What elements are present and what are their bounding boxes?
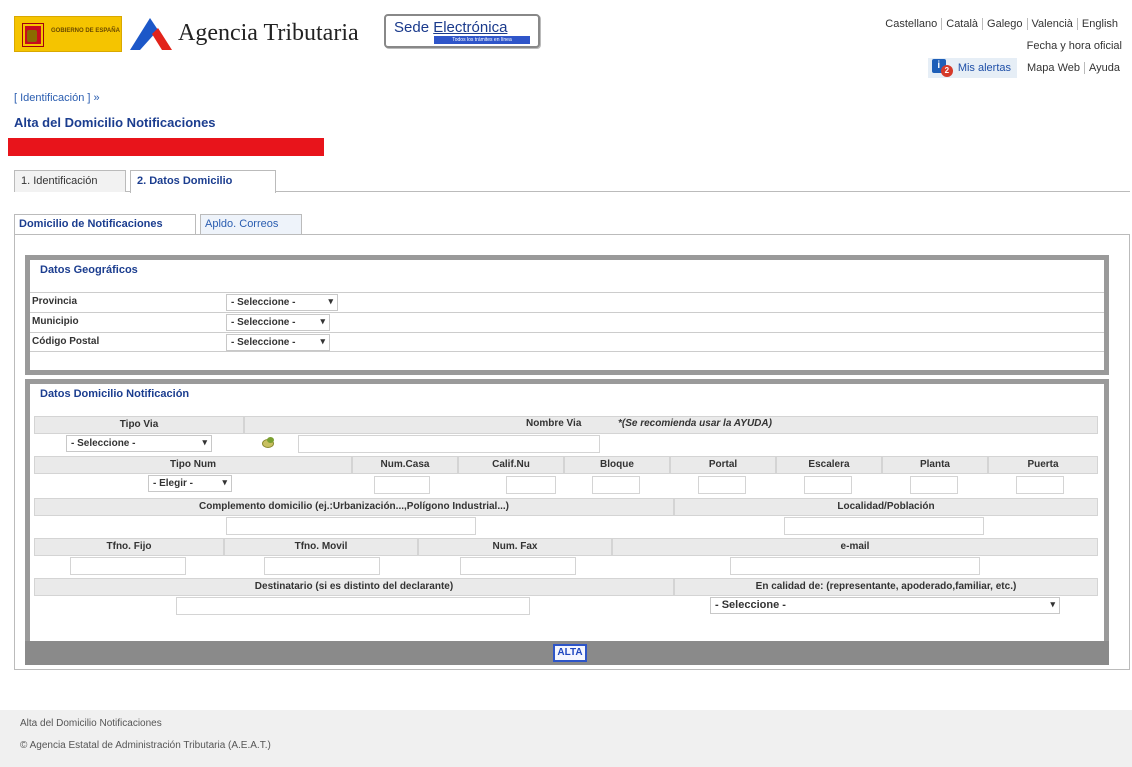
alert-icon: i 2 bbox=[931, 59, 954, 77]
gov-logo-text: GOBIERNO DE ESPAÑA bbox=[51, 28, 120, 34]
planta-header: Planta bbox=[882, 456, 988, 474]
provincia-select[interactable]: - Seleccione - ▾ bbox=[226, 294, 338, 311]
calidad-select[interactable]: - Seleccione - ▾ bbox=[710, 597, 1060, 614]
num-casa-header: Num.Casa bbox=[352, 456, 458, 474]
mapa-web-link[interactable]: Mapa Web bbox=[1023, 62, 1084, 74]
tipo-num-header: Tipo Num bbox=[34, 456, 352, 474]
provincia-row: Provincia - Seleccione - ▾ bbox=[30, 292, 1104, 312]
dropdown-arrow-icon: ▾ bbox=[202, 437, 207, 447]
lang-galego[interactable]: Galego bbox=[982, 18, 1027, 30]
complemento-input[interactable] bbox=[226, 517, 476, 535]
puerta-input[interactable] bbox=[1016, 476, 1064, 494]
tipo-via-select[interactable]: - Seleccione - ▾ bbox=[66, 435, 212, 452]
codigo-postal-select[interactable]: - Seleccione - ▾ bbox=[226, 334, 330, 351]
tab-domicilio-notificaciones[interactable]: Domicilio de Notificaciones bbox=[14, 214, 196, 234]
datos-geograficos-section: Datos Geográficos Provincia - Seleccione… bbox=[25, 255, 1109, 375]
help-icon[interactable] bbox=[262, 437, 276, 449]
destinatario-input[interactable] bbox=[176, 597, 530, 615]
action-bar: ALTA bbox=[25, 641, 1109, 665]
escalera-input[interactable] bbox=[804, 476, 852, 494]
dropdown-arrow-icon: ▾ bbox=[320, 316, 325, 326]
calidad-header: En calidad de: (representante, apoderado… bbox=[674, 578, 1098, 596]
breadcrumb[interactable]: [ Identificación ] » bbox=[14, 92, 100, 104]
calif-nu-header: Calif.Nu bbox=[458, 456, 564, 474]
dropdown-arrow-icon: ▾ bbox=[320, 336, 325, 346]
alta-button[interactable]: ALTA bbox=[553, 644, 587, 662]
sede-subtitle: Todos los trámites en línea bbox=[434, 36, 530, 44]
alert-count-badge: 2 bbox=[940, 65, 953, 77]
lang-catala[interactable]: Català bbox=[941, 18, 983, 30]
tab-identificacion[interactable]: 1. Identificación bbox=[14, 170, 126, 192]
destinatario-header: Destinatario (si es distinto del declara… bbox=[34, 578, 674, 596]
bloque-header: Bloque bbox=[564, 456, 670, 474]
tfno-fijo-header: Tfno. Fijo bbox=[34, 538, 224, 556]
sub-tabs: Domicilio de Notificaciones Apldo. Corre… bbox=[14, 214, 1130, 234]
portal-header: Portal bbox=[670, 456, 776, 474]
nombre-via-input[interactable] bbox=[298, 435, 600, 453]
lang-valencia[interactable]: Valencià bbox=[1026, 18, 1077, 30]
portal-input[interactable] bbox=[698, 476, 746, 494]
codigo-postal-label: Código Postal bbox=[32, 336, 100, 347]
bloque-input[interactable] bbox=[592, 476, 640, 494]
tfno-fijo-input[interactable] bbox=[70, 557, 186, 575]
codigo-postal-row: Código Postal - Seleccione - ▾ bbox=[30, 332, 1104, 352]
step-tabs: 1. Identificación 2. Datos Domicilio bbox=[14, 170, 1130, 193]
fecha-hora-link[interactable]: Fecha y hora oficial bbox=[1027, 40, 1122, 52]
agency-name[interactable]: Agencia Tributaria bbox=[178, 20, 359, 47]
tipo-via-header: Tipo Via bbox=[34, 416, 244, 434]
ayuda-note: *(Se recomienda usar la AYUDA) bbox=[618, 418, 772, 429]
tipo-num-select[interactable]: - Elegir - ▾ bbox=[148, 475, 232, 492]
localidad-input[interactable] bbox=[784, 517, 984, 535]
footer-page-name: Alta del Domicilio Notificaciones bbox=[20, 718, 162, 729]
escalera-header: Escalera bbox=[776, 456, 882, 474]
nombre-via-header: Nombre Via bbox=[526, 418, 582, 429]
calif-nu-input[interactable] bbox=[506, 476, 556, 494]
footer-copyright: © Agencia Estatal de Administración Trib… bbox=[20, 740, 271, 751]
dropdown-arrow-icon: ▾ bbox=[1050, 599, 1055, 609]
coat-of-arms-icon bbox=[27, 30, 37, 42]
sede-title: Sede Electrónica bbox=[394, 19, 508, 36]
datos-domicilio-section: Datos Domicilio Notificación Tipo Via No… bbox=[25, 379, 1109, 641]
site-header: GOBIERNO DE ESPAÑA Agencia Tributaria Se… bbox=[0, 0, 1132, 90]
language-selector: Castellano Català Galego Valencià English bbox=[881, 18, 1122, 30]
num-fax-header: Num. Fax bbox=[418, 538, 612, 556]
tfno-movil-input[interactable] bbox=[264, 557, 380, 575]
form-panel: Datos Geográficos Provincia - Seleccione… bbox=[14, 234, 1130, 670]
lang-castellano[interactable]: Castellano bbox=[881, 18, 941, 30]
aeat-logo-icon[interactable] bbox=[128, 14, 174, 54]
gobierno-de-espana-logo[interactable]: GOBIERNO DE ESPAÑA bbox=[14, 16, 122, 52]
provincia-label: Provincia bbox=[32, 296, 78, 307]
section-legend: Datos Geográficos bbox=[40, 264, 138, 276]
mis-alertas-button[interactable]: i 2 Mis alertas bbox=[927, 58, 1017, 78]
page-footer: Alta del Domicilio Notificaciones © Agen… bbox=[0, 710, 1132, 767]
num-fax-input[interactable] bbox=[460, 557, 576, 575]
page-title: Alta del Domicilio Notificaciones bbox=[14, 115, 216, 130]
email-header: e-mail bbox=[612, 538, 1098, 556]
planta-input[interactable] bbox=[910, 476, 958, 494]
dropdown-arrow-icon: ▾ bbox=[328, 296, 333, 306]
mis-alertas-label: Mis alertas bbox=[957, 62, 1011, 74]
lang-english[interactable]: English bbox=[1076, 18, 1122, 30]
sede-electronica-logo[interactable]: Sede Electrónica Todos los trámites en l… bbox=[384, 14, 540, 48]
num-casa-input[interactable] bbox=[374, 476, 430, 494]
section-legend: Datos Domicilio Notificación bbox=[40, 388, 190, 400]
municipio-select[interactable]: - Seleccione - ▾ bbox=[226, 314, 330, 331]
email-input[interactable] bbox=[730, 557, 980, 575]
localidad-header: Localidad/Población bbox=[674, 498, 1098, 516]
ayuda-link[interactable]: Ayuda bbox=[1084, 62, 1124, 74]
municipio-row: Municipio - Seleccione - ▾ bbox=[30, 312, 1104, 332]
tfno-movil-header: Tfno. Movil bbox=[224, 538, 418, 556]
top-links: i 2 Mis alertas Mapa Web Ayuda bbox=[927, 58, 1124, 78]
municipio-label: Municipio bbox=[32, 316, 79, 327]
complemento-header: Complemento domicilio (ej.:Urbanización.… bbox=[34, 498, 674, 516]
dropdown-arrow-icon: ▾ bbox=[222, 477, 227, 487]
tab-apdo-correos[interactable]: Apldo. Correos bbox=[200, 214, 302, 234]
puerta-header: Puerta bbox=[988, 456, 1098, 474]
redacted-bar bbox=[8, 138, 324, 156]
tab-datos-domicilio[interactable]: 2. Datos Domicilio bbox=[130, 170, 276, 193]
